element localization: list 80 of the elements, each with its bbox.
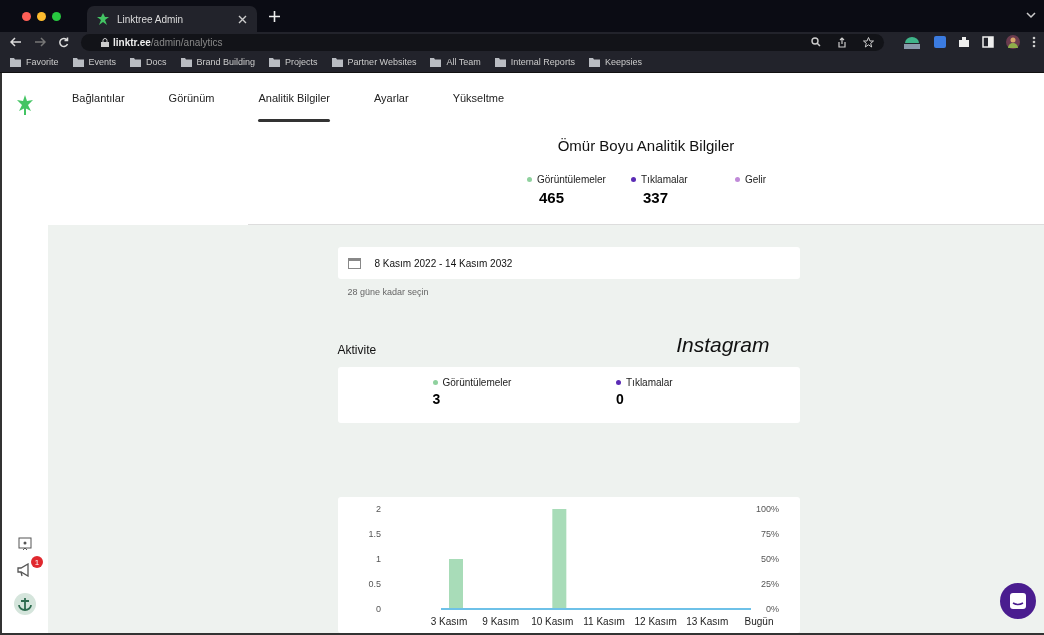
address-bar[interactable]: linktr.ee/admin/analytics — [81, 33, 884, 51]
chat-icon[interactable] — [1000, 583, 1036, 619]
stat-label: Tıklamalar — [641, 174, 688, 185]
menu-icon[interactable] — [1032, 36, 1036, 48]
bookmark-item[interactable]: Docs — [130, 57, 167, 67]
axis-tick-label: 1.5 — [368, 529, 381, 539]
stat-label: Gelir — [745, 174, 767, 185]
axis-tick-label: 3 Kasım — [430, 616, 467, 627]
reload-icon[interactable] — [58, 36, 69, 48]
close-window-button[interactable] — [22, 11, 31, 21]
overlay-caption: Instagram — [676, 333, 770, 357]
axis-tick-label: 100% — [755, 504, 779, 514]
bookmark-item[interactable]: Projects — [269, 57, 318, 67]
calendar-icon — [347, 257, 361, 269]
folder-icon — [130, 57, 142, 67]
bookmark-item[interactable]: Partner Websites — [331, 57, 417, 67]
axis-tick-label: 2 — [375, 504, 381, 514]
search-icon[interactable] — [811, 37, 821, 47]
bookmark-item[interactable]: Events — [72, 57, 117, 67]
stat-value: 465 — [539, 189, 566, 206]
folder-icon — [588, 57, 600, 67]
section-title: Ömür Boyu Analitik Bilgiler — [557, 137, 735, 154]
stat-label: Görüntülemeler — [442, 377, 512, 388]
axis-tick-label: 1 — [375, 554, 381, 564]
browser-tab[interactable]: Linktree Admin — [87, 6, 257, 32]
axis-tick-label: 0.5 — [368, 579, 381, 589]
axis-tick-label: 10 Kasım — [530, 616, 573, 627]
bookmark-item[interactable]: Keepsies — [588, 57, 642, 67]
axis-tick-label: Bugün — [744, 616, 773, 627]
nav-tab[interactable]: Analitik Bilgiler — [244, 76, 344, 120]
puzzle-icon[interactable] — [958, 36, 970, 48]
stat-value: 337 — [643, 189, 670, 206]
axis-tick-label: 13 Kasım — [685, 616, 728, 627]
stat-value: 0 — [616, 391, 625, 407]
forward-icon[interactable] — [34, 37, 46, 47]
hint-text: 28 güne kadar seçin — [347, 287, 430, 297]
stat-label: Tıklamalar — [626, 377, 673, 388]
close-icon[interactable] — [238, 14, 247, 24]
folder-icon — [331, 57, 343, 67]
folder-icon — [10, 57, 21, 67]
star-icon[interactable] — [863, 36, 874, 48]
notification-badge: 1 — [31, 556, 43, 568]
new-tab-icon[interactable] — [269, 10, 280, 22]
nav-tab[interactable]: Yükseltme — [438, 76, 518, 120]
bookmark-item[interactable]: All Team — [430, 57, 481, 67]
folder-icon — [269, 57, 281, 67]
nav-tab[interactable]: Bağlantılar — [58, 76, 139, 120]
folder-icon — [430, 57, 442, 67]
axis-tick-label: 0% — [765, 604, 779, 614]
axis-tick-label: 75% — [760, 529, 779, 539]
maximize-window-button[interactable] — [52, 11, 61, 21]
folder-icon — [72, 57, 84, 67]
back-icon[interactable] — [10, 37, 22, 47]
nav-tab[interactable]: Görünüm — [154, 76, 229, 120]
axis-tick-label: 25% — [760, 579, 779, 589]
bookmark-item[interactable]: Internal Reports — [494, 57, 575, 67]
nav-tab[interactable]: Ayarlar — [360, 76, 423, 120]
extension-icon[interactable] — [902, 35, 922, 49]
axis-tick-label: 11 Kasım — [582, 616, 625, 627]
tree-icon — [97, 13, 109, 25]
section-title: Aktivite — [337, 343, 377, 357]
anchor-icon[interactable] — [14, 593, 36, 615]
side-panel-icon[interactable] — [982, 36, 994, 48]
stat-label: Görüntülemeler — [537, 174, 606, 185]
folder-icon — [180, 57, 192, 67]
folder-icon — [494, 57, 506, 67]
chevron-down-icon[interactable] — [1026, 12, 1036, 19]
minimize-window-button[interactable] — [37, 11, 46, 21]
axis-tick-label: 12 Kasım — [634, 616, 677, 627]
lock-icon — [101, 37, 109, 47]
axis-tick-label: 0 — [375, 604, 381, 614]
avatar-icon[interactable] — [1006, 35, 1020, 49]
date-range-field[interactable]: 8 Kasım 2022 - 14 Kasım 2032 — [337, 247, 800, 279]
axis-tick-label: 50% — [760, 554, 779, 564]
bookmark-item[interactable]: Brand Building — [180, 57, 256, 67]
help-icon[interactable] — [18, 537, 32, 551]
stat-value: 3 — [432, 391, 442, 407]
axis-tick-label: 9 Kasım — [481, 616, 519, 627]
bookmark-item[interactable]: Favorite — [10, 57, 59, 67]
share-icon[interactable] — [837, 36, 847, 48]
